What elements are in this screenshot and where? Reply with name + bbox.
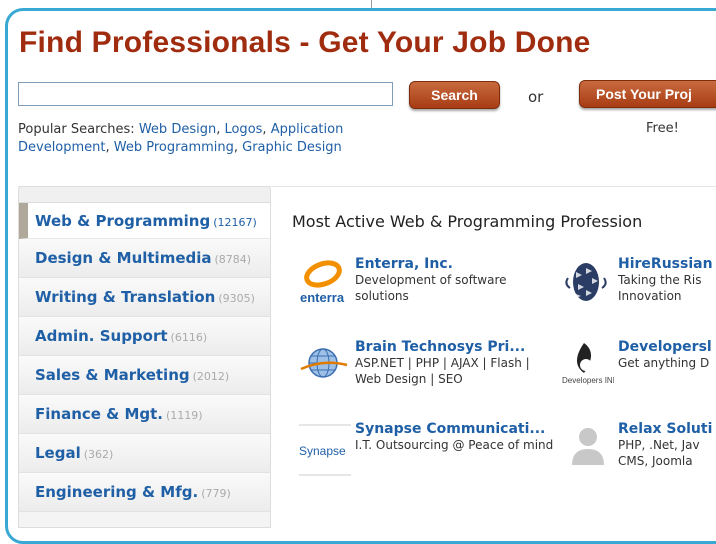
sidebar-item-legal[interactable]: Legal (362) (19, 434, 270, 473)
search-button[interactable]: Search (409, 81, 500, 109)
sidebar-item-count: (779) (201, 487, 231, 500)
enterra-logo[interactable]: enterra (299, 256, 351, 308)
sidebar-item-count: (2012) (192, 370, 230, 383)
sidebar-item-count: (8784) (214, 253, 252, 266)
sidebar-item-label: Finance & Mgt. (35, 405, 163, 423)
sidebar-item-label: Design & Multimedia (35, 249, 212, 267)
sidebar-item-count: (6116) (170, 331, 208, 344)
sidebar-item-count: (9305) (218, 292, 255, 305)
sidebar-item-writing-translation[interactable]: Writing & Translation (9305) (19, 278, 270, 317)
sidebar-item-label: Web & Programming (35, 212, 211, 230)
sidebar-item-finance-mgt[interactable]: Finance & Mgt. (1119) (19, 395, 270, 434)
sidebar-item-label: Admin. Support (35, 327, 168, 345)
sidebar-item-label: Engineering & Mfg. (35, 483, 199, 501)
synapse-logo-text: Synapse (299, 444, 346, 458)
professional-desc: Development of software solutions (355, 273, 507, 303)
professional-desc: I.T. Outsourcing @ Peace of mind (355, 438, 554, 452)
professional-desc: Get anything D (618, 356, 710, 370)
sidebar-item-label: Legal (35, 444, 81, 462)
sidebar-item-engineering-mfg[interactable]: Engineering & Mfg. (779) (19, 473, 270, 512)
page-title: Find Professionals - Get Your Job Done (19, 26, 591, 59)
enterra-logo-text: enterra (300, 290, 345, 305)
developers-inn-logo-text: Developers INN (562, 376, 614, 385)
sidebar-item-admin-support[interactable]: Admin. Support (6116) (19, 317, 270, 356)
category-sidebar: Web & Programming (12167) Design & Multim… (18, 186, 271, 528)
professional-desc: PHP, .Net, Jav CMS, Joomla (618, 438, 700, 468)
sidebar-header (19, 187, 270, 203)
professional-name-link[interactable]: Brain Technosys Pri... (355, 339, 525, 355)
popular-searches-label: Popular Searches: (18, 122, 135, 137)
search-input[interactable] (18, 82, 393, 106)
sidebar-item-label: Sales & Marketing (35, 366, 190, 384)
popular-link-web-design[interactable]: Web Design (139, 122, 216, 137)
sidebar-item-web-programming[interactable]: Web & Programming (12167) (19, 203, 270, 239)
pinecone-logo[interactable] (562, 256, 614, 308)
professional-name-link[interactable]: Developersl (618, 339, 712, 355)
professional-name-link[interactable]: HireRussian (618, 256, 713, 272)
professional-desc: Taking the Ris Innovation (618, 273, 702, 303)
sidebar-item-sales-marketing[interactable]: Sales & Marketing (2012) (19, 356, 270, 395)
synapse-logo[interactable]: Synapse (299, 421, 351, 476)
sidebar-item-count: (362) (83, 448, 114, 461)
avatar-placeholder[interactable] (562, 421, 614, 473)
or-label: or (528, 88, 544, 106)
popular-link-logos[interactable]: Logos (224, 122, 262, 137)
post-project-button[interactable]: Post Your Proj (579, 80, 716, 108)
sidebar-item-design-multimedia[interactable]: Design & Multimedia (8784) (19, 239, 270, 278)
professional-name-link[interactable]: Synapse Communicati... (355, 421, 545, 437)
popular-link-graphic-design[interactable]: Graphic Design (242, 140, 342, 155)
sidebar-item-count: (1119) (166, 409, 203, 422)
popular-searches: Popular Searches: Web Design, Logos, App… (18, 122, 344, 155)
sidebar-item-label: Writing & Translation (35, 288, 216, 306)
section-title: Most Active Web & Programming Profession (292, 212, 643, 231)
professional-desc: ASP.NET | PHP | AJAX | Flash | Web Desig… (355, 356, 530, 386)
post-free-label: Free! (646, 121, 679, 136)
professional-name-link[interactable]: Enterra, Inc. (355, 256, 453, 272)
popular-link-web-programming[interactable]: Web Programming (114, 140, 234, 155)
sidebar-item-count: (12167) (213, 216, 257, 229)
developers-inn-logo[interactable]: Developers INN (562, 339, 619, 391)
globe-logo[interactable] (299, 339, 351, 391)
professional-name-link[interactable]: Relax Soluti (618, 421, 712, 437)
